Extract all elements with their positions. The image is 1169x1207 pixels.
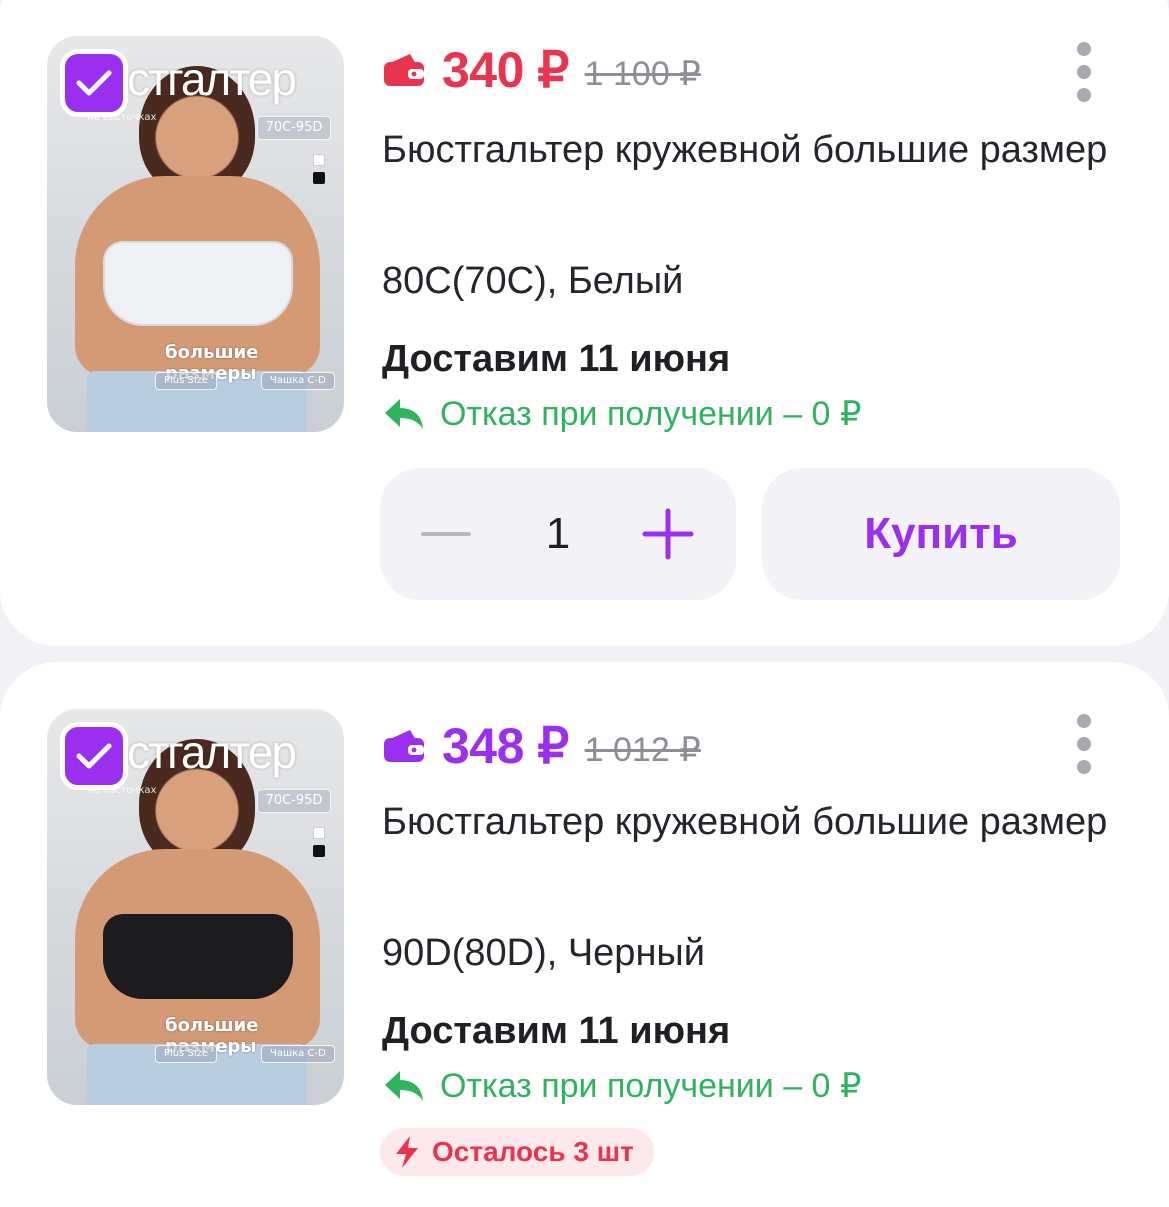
price-row: 340 ₽ 1 100 ₽ <box>382 40 701 100</box>
quantity-value: 1 <box>545 509 571 558</box>
image-tag-plus-size: Plus Size <box>155 1045 218 1063</box>
product-variant: 80C(70C), Белый <box>382 260 684 302</box>
plus-icon <box>642 508 694 560</box>
image-size-tag: 70C-95D <box>257 116 331 140</box>
quantity-stepper: 1 <box>380 468 736 600</box>
refund-text: Отказ при получении – 0 ₽ <box>440 395 862 433</box>
image-tag-cup: Чашка C-D <box>261 372 335 390</box>
product-title[interactable]: Бюстгальтер кружевной большие размер <box>382 120 1112 180</box>
product-card: стгалтер на косточках 70C-95D большие ра… <box>0 662 1169 1207</box>
checkmark-icon <box>76 743 112 769</box>
product-card: стгалтер на косточках 70C-95D большие ра… <box>0 0 1169 646</box>
wallet-icon <box>384 730 424 762</box>
refund-info: Отказ при получении – 0 ₽ <box>382 392 862 436</box>
black-swatch <box>313 845 325 857</box>
current-price: 340 ₽ <box>442 42 569 98</box>
product-bra-black <box>103 914 293 999</box>
increase-button[interactable] <box>636 506 700 562</box>
black-swatch <box>313 172 325 184</box>
lightning-icon <box>396 1136 418 1168</box>
product-bra-white <box>103 241 293 326</box>
delivery-date: Доставим 11 июня <box>382 1010 731 1052</box>
product-title[interactable]: Бюстгальтер кружевной большие размер <box>382 792 1112 852</box>
product-image[interactable]: стгалтер на косточках 70C-95D большие ра… <box>47 709 344 1105</box>
white-swatch <box>313 154 325 166</box>
select-checkbox[interactable] <box>60 49 128 117</box>
more-options-icon[interactable] <box>1071 42 1097 102</box>
image-title: стгалтер <box>127 726 297 778</box>
old-price: 1 012 ₽ <box>584 731 701 769</box>
product-variant: 90D(80D), Черный <box>382 932 705 974</box>
image-size-tag: 70C-95D <box>257 789 331 813</box>
cart-page: стгалтер на косточках 70C-95D большие ра… <box>0 0 1169 1207</box>
refund-text: Отказ при получении – 0 ₽ <box>440 1067 862 1105</box>
buy-button[interactable]: Купить <box>762 468 1120 600</box>
old-price: 1 100 ₽ <box>584 55 701 93</box>
image-title: стгалтер <box>127 53 297 105</box>
price-row: 348 ₽ 1 012 ₽ <box>382 716 701 776</box>
product-image[interactable]: стгалтер на косточках 70C-95D большие ра… <box>47 36 344 432</box>
checkmark-icon <box>76 70 112 96</box>
stock-text: Осталось 3 шт <box>432 1136 634 1167</box>
select-checkbox[interactable] <box>60 722 128 790</box>
current-price: 348 ₽ <box>442 718 569 774</box>
more-options-icon[interactable] <box>1071 714 1097 774</box>
low-stock-badge: Осталось 3 шт <box>380 1128 654 1176</box>
decrease-button[interactable] <box>414 510 478 558</box>
return-arrow-icon <box>385 1071 423 1101</box>
return-arrow-icon <box>385 399 423 429</box>
minus-icon <box>421 532 471 536</box>
image-tag-cup: Чашка C-D <box>261 1045 335 1063</box>
refund-info: Отказ при получении – 0 ₽ <box>382 1064 862 1108</box>
image-tag-plus-size: Plus Size <box>155 372 218 390</box>
wallet-icon <box>384 54 424 86</box>
white-swatch <box>313 827 325 839</box>
delivery-date: Доставим 11 июня <box>382 338 731 380</box>
